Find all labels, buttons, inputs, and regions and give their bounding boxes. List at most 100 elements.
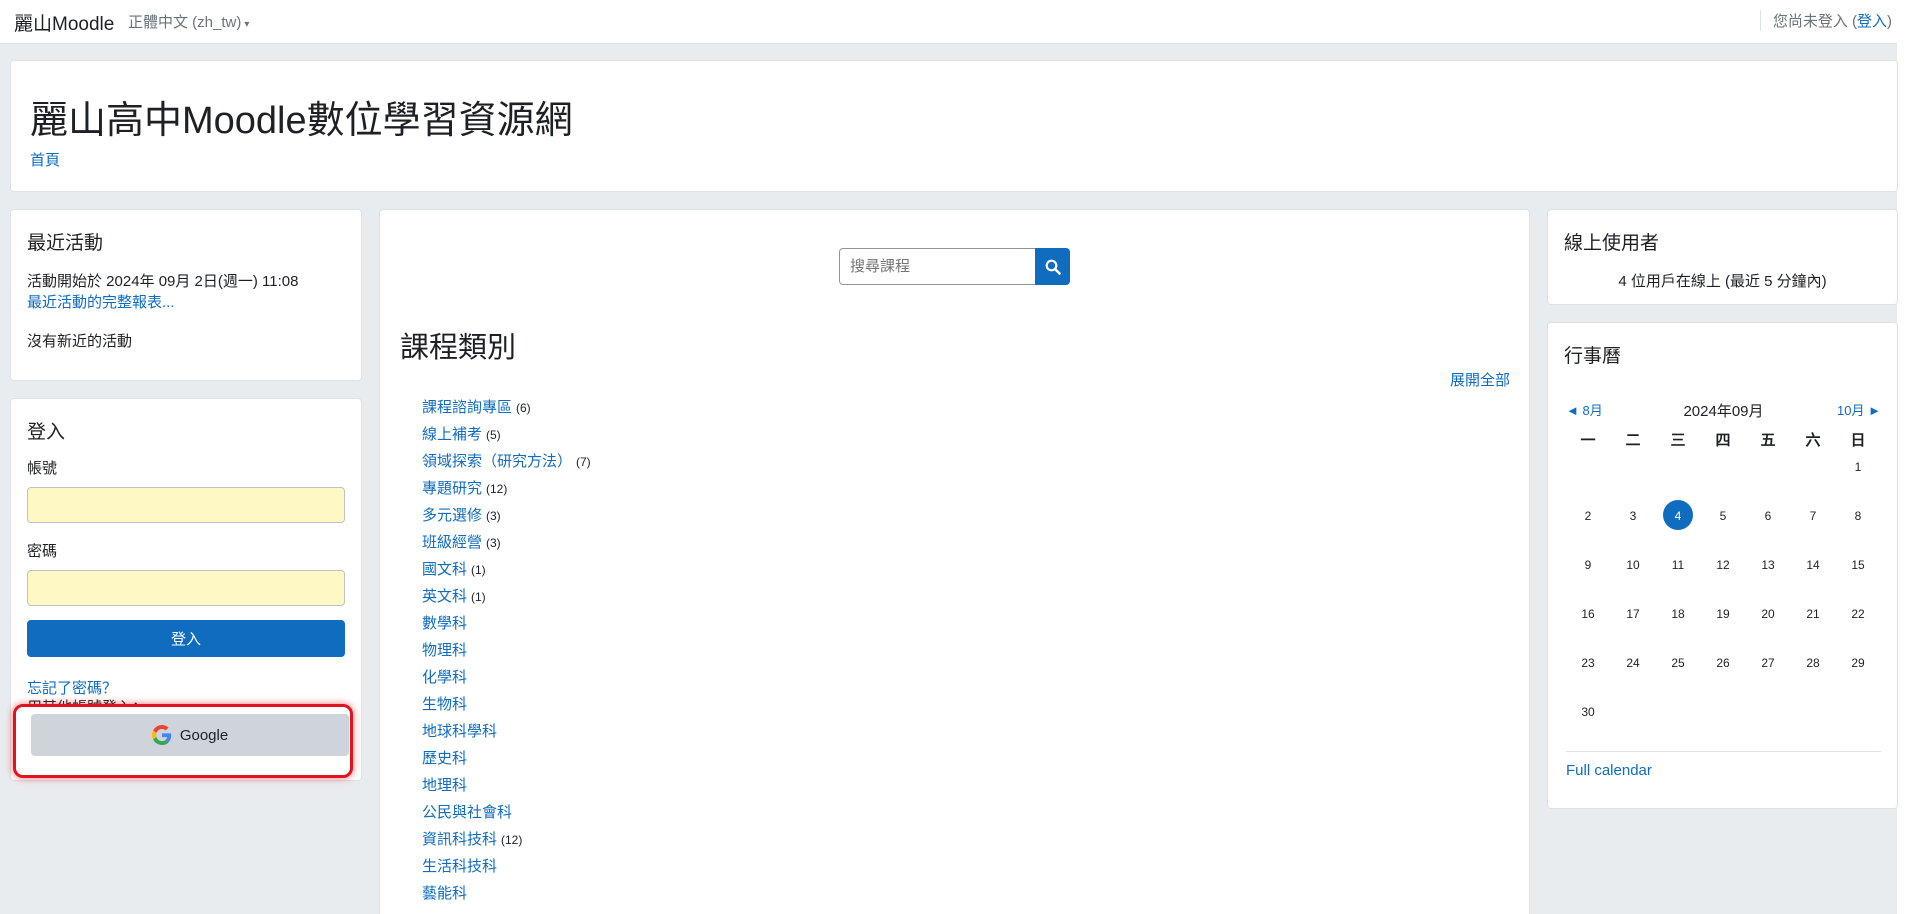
category-item: 專題研究 (12) (422, 477, 591, 504)
forgot-password-link[interactable]: 忘記了密碼？ (27, 677, 117, 698)
calendar-day[interactable]: 6 (1746, 509, 1790, 523)
category-item: 班級經營 (3) (422, 531, 591, 558)
site-brand-link[interactable]: 麗山Moodle (14, 9, 114, 36)
category-item: 公民與社會科 (422, 801, 591, 828)
category-link[interactable]: 化學科 (422, 669, 467, 686)
category-count: (1) (471, 563, 486, 577)
login-info: 您尚未登入 (登入) (1759, 10, 1892, 31)
category-item: 生活科技科 (422, 855, 591, 882)
category-link[interactable]: 課程諮詢專區 (422, 399, 512, 416)
full-report-link[interactable]: 最近活動的完整報表... (27, 291, 175, 312)
category-link[interactable]: 線上補考 (422, 426, 482, 443)
calendar-day[interactable]: 23 (1566, 656, 1610, 670)
category-link[interactable]: 專題研究 (422, 480, 482, 497)
category-item: 線上補考 (5) (422, 423, 591, 450)
calendar-day[interactable]: 9 (1566, 558, 1610, 572)
category-item: 英文科 (1) (422, 585, 591, 612)
online-users-block: 線上使用者 4 位用戶在線上 (最近 5 分鐘內) (1547, 209, 1898, 305)
category-link[interactable]: 數學科 (422, 615, 467, 632)
weekday-header: 二 (1625, 432, 1641, 449)
password-field[interactable] (27, 570, 345, 606)
page-header: 麗山高中Moodle數位學習資源網 首頁 (10, 60, 1898, 192)
next-month-link[interactable]: 10月 ► (1837, 400, 1881, 419)
online-users-title: 線上使用者 (1564, 233, 1660, 254)
category-link[interactable]: 歷史科 (422, 750, 467, 767)
category-count: (7) (576, 455, 591, 469)
category-link[interactable]: 資訊科技科 (422, 831, 497, 848)
language-menu[interactable]: 正體中文 (zh_tw) ▾ (128, 11, 249, 32)
activity-since-text: 活動開始於 2024年 09月 2日(週一) 11:08 (27, 273, 299, 290)
username-field[interactable] (27, 487, 345, 523)
calendar-day[interactable]: 3 (1611, 509, 1655, 523)
calendar-day[interactable]: 11 (1656, 558, 1700, 572)
calendar-day[interactable]: 26 (1701, 656, 1745, 670)
calendar-day[interactable]: 5 (1701, 509, 1745, 523)
course-search-input[interactable] (839, 248, 1036, 285)
category-count: (12) (486, 482, 508, 496)
calendar-day[interactable]: 29 (1836, 656, 1880, 670)
calendar-day[interactable]: 12 (1701, 558, 1745, 572)
recent-activity-block: 最近活動 活動開始於 2024年 09月 2日(週一) 11:08 最近活動的完… (10, 209, 362, 381)
category-link[interactable]: 地理科 (422, 777, 467, 794)
navbar-login-link[interactable]: 登入 (1857, 13, 1887, 30)
category-item: 物理科 (422, 639, 591, 666)
calendar-month-label: 2024年09月 (1683, 403, 1764, 420)
calendar-day[interactable]: 4 (1656, 509, 1700, 523)
category-link[interactable]: 班級經營 (422, 534, 482, 551)
calendar-day[interactable]: 25 (1656, 656, 1700, 670)
calendar-day[interactable]: 20 (1746, 607, 1790, 621)
category-item: 地理科 (422, 774, 591, 801)
full-calendar-link[interactable]: Full calendar (1566, 762, 1652, 779)
category-link[interactable]: 領域探索（研究方法） (422, 453, 572, 470)
category-link[interactable]: 國文科 (422, 561, 467, 578)
weekday-header: 三 (1670, 432, 1686, 449)
calendar-day[interactable]: 2 (1566, 509, 1610, 523)
calendar-day[interactable]: 13 (1746, 558, 1790, 572)
category-link[interactable]: 藝能科 (422, 885, 467, 902)
calendar-day[interactable]: 16 (1566, 607, 1610, 621)
calendar-day[interactable]: 7 (1791, 509, 1835, 523)
category-link[interactable]: 公民與社會科 (422, 804, 512, 821)
category-link[interactable]: 物理科 (422, 642, 467, 659)
calendar-day[interactable]: 21 (1791, 607, 1835, 621)
calendar-day[interactable]: 28 (1791, 656, 1835, 670)
calendar-day[interactable]: 27 (1746, 656, 1790, 670)
search-button[interactable] (1035, 248, 1070, 285)
calendar-day[interactable]: 10 (1611, 558, 1655, 572)
category-count: (12) (501, 833, 523, 847)
weekday-header: 日 (1850, 432, 1866, 449)
course-search (839, 248, 1071, 285)
course-categories-heading: 課程類別 (400, 332, 517, 364)
category-link[interactable]: 地球科學科 (422, 723, 497, 740)
weekday-header: 五 (1760, 432, 1776, 449)
category-link[interactable]: 英文科 (422, 588, 467, 605)
calendar-day[interactable]: 24 (1611, 656, 1655, 670)
calendar-day[interactable]: 22 (1836, 607, 1880, 621)
recent-activity-title: 最近活動 (27, 233, 104, 254)
calendar-day[interactable]: 18 (1656, 607, 1700, 621)
previous-month-link[interactable]: ◄ 8月 (1566, 400, 1603, 419)
calendar-day[interactable]: 1 (1836, 460, 1880, 474)
category-link[interactable]: 生活科技科 (422, 858, 497, 875)
login-button[interactable]: 登入 (27, 620, 345, 657)
expand-all-link[interactable]: 展開全部 (1450, 369, 1510, 390)
category-count: (3) (486, 536, 501, 550)
calendar-day[interactable]: 14 (1791, 558, 1835, 572)
not-logged-in-text: 您尚未登入 ( (1772, 13, 1857, 30)
calendar-divider (1566, 751, 1881, 752)
breadcrumb-home[interactable]: 首頁 (30, 149, 60, 170)
chevron-down-icon: ▾ (244, 19, 250, 30)
calendar-day[interactable]: 15 (1836, 558, 1880, 572)
category-item: 歷史科 (422, 747, 591, 774)
weekday-header: 四 (1715, 432, 1731, 449)
calendar-day[interactable]: 8 (1836, 509, 1880, 523)
calendar-day[interactable]: 17 (1611, 607, 1655, 621)
category-item: 領域探索（研究方法） (7) (422, 450, 591, 477)
calendar-day[interactable]: 30 (1566, 705, 1610, 719)
google-button-label: Google (179, 726, 229, 744)
category-link[interactable]: 多元選修 (422, 507, 482, 524)
calendar-day[interactable]: 19 (1701, 607, 1745, 621)
google-login-button[interactable]: Google (31, 714, 349, 756)
page-scrollbar[interactable] (1897, 0, 1911, 914)
category-link[interactable]: 生物科 (422, 696, 467, 713)
